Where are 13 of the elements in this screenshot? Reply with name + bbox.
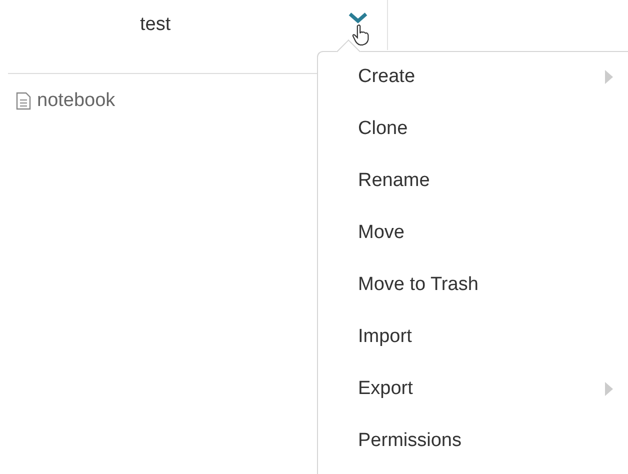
menu-item[interactable]: Permissions xyxy=(318,415,628,467)
menu-item[interactable]: Rename xyxy=(318,155,628,207)
document-icon xyxy=(16,92,31,110)
notebook-title: test xyxy=(140,14,171,36)
menu-item[interactable]: Clone xyxy=(318,103,628,155)
tree-item[interactable]: notebook xyxy=(37,90,116,112)
menu-item[interactable]: Import xyxy=(318,311,628,363)
menu-item[interactable]: Export xyxy=(318,363,628,415)
hand-cursor-icon xyxy=(352,24,370,46)
menu-item[interactable]: Move xyxy=(318,207,628,259)
menu-item[interactable]: Create xyxy=(318,51,628,103)
chevron-down-icon[interactable] xyxy=(348,12,368,24)
menu-item[interactable]: Move to Trash xyxy=(318,259,628,311)
